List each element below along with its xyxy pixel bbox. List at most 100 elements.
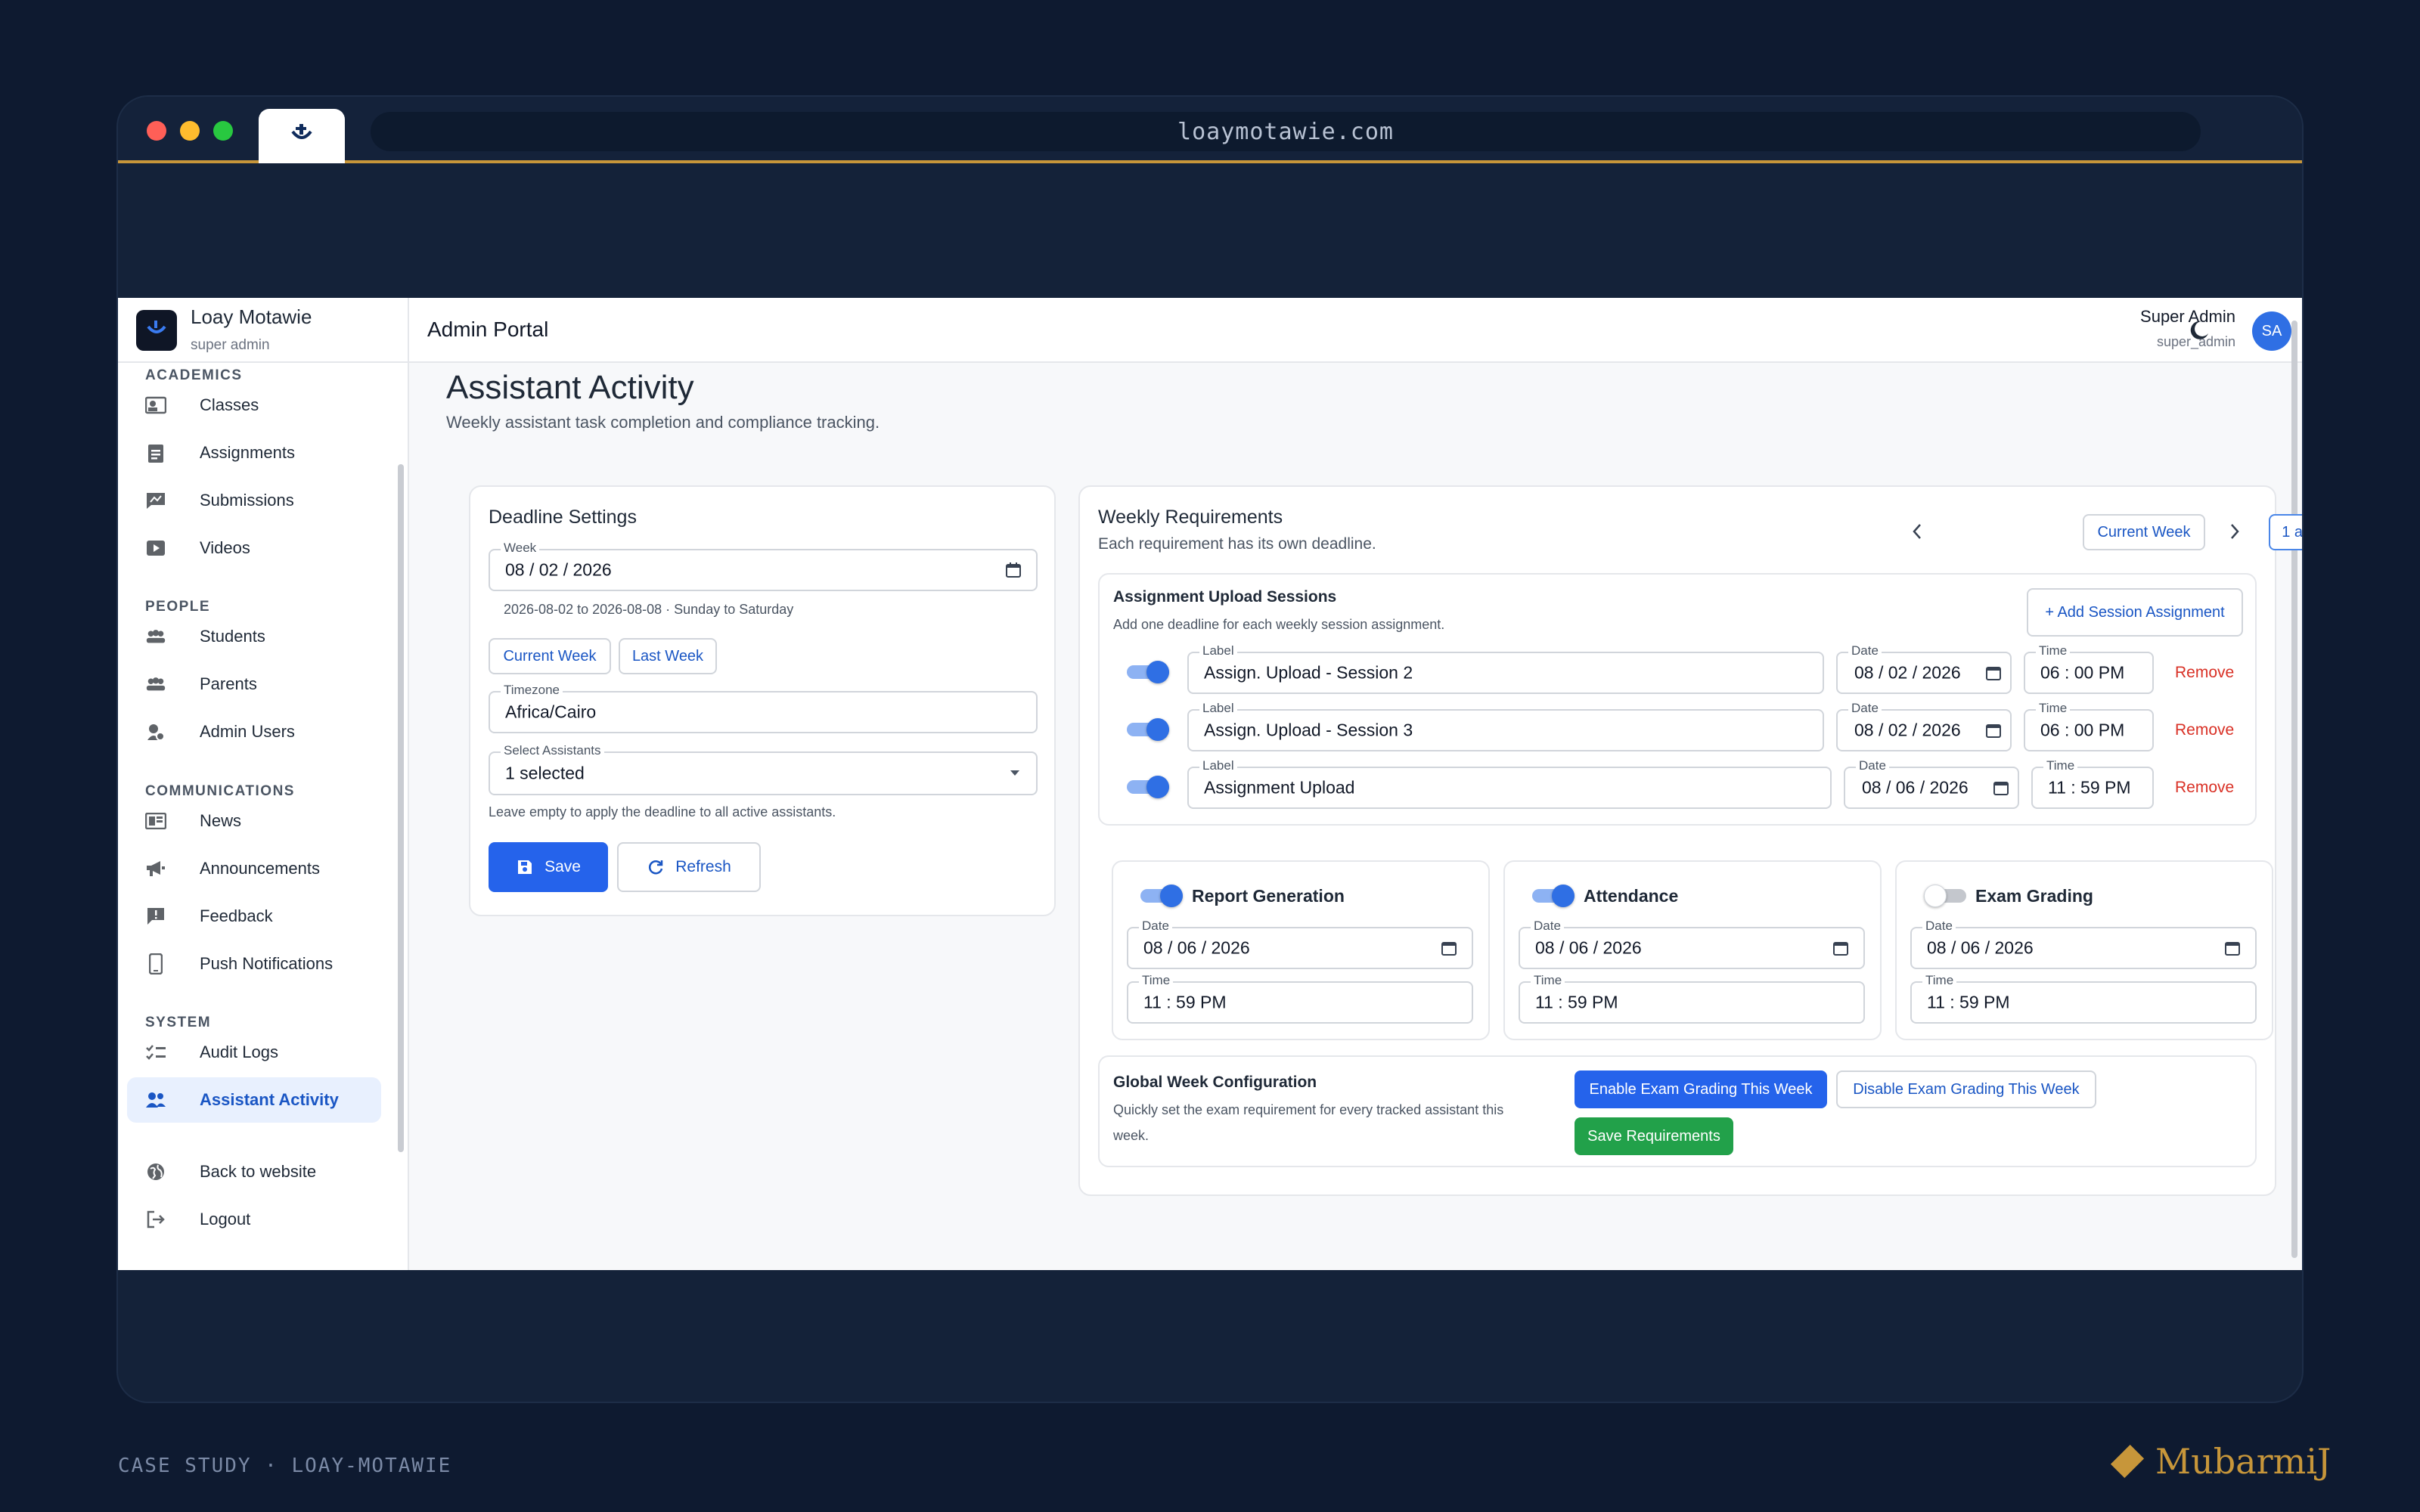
phone-icon xyxy=(145,953,166,974)
assistants-count-button[interactable]: 1 assistants xyxy=(2269,514,2302,550)
checklist-icon xyxy=(145,1043,166,1061)
global-week-configuration: Global Week Configuration Quickly set th… xyxy=(1098,1055,2257,1167)
sidebar-item-classes[interactable]: Classes xyxy=(127,383,381,428)
session-2-toggle[interactable] xyxy=(1127,661,1169,683)
session-2-label-field[interactable]: Label Assign. Upload - Session 2 xyxy=(1187,643,1824,694)
topbar: Admin Portal Super Admin super_admin SA xyxy=(409,298,2302,363)
weekly-current-week-button[interactable]: Current Week xyxy=(2083,514,2205,550)
week-date-field[interactable]: Week 08 / 02 / 2026 xyxy=(489,540,1038,591)
sidebar-item-back-to-website[interactable]: Back to website xyxy=(127,1149,381,1194)
save-requirements-button[interactable]: Save Requirements xyxy=(1575,1117,1733,1155)
upload-sessions-title: Assignment Upload Sessions xyxy=(1113,588,1337,606)
disable-exam-grading-button[interactable]: Disable Exam Grading This Week xyxy=(1836,1070,2096,1108)
timezone-field[interactable]: Timezone Africa/Cairo xyxy=(489,682,1038,733)
sidebar-item-students[interactable]: Students xyxy=(127,614,381,659)
current-week-button[interactable]: Current Week xyxy=(489,638,611,674)
sidebar-item-submissions[interactable]: Submissions xyxy=(127,478,381,523)
brand-header: Loay Motawie super admin xyxy=(118,298,409,363)
chevron-left-icon[interactable] xyxy=(1912,523,1922,540)
session-2-time-field[interactable]: Time 06 : 00 PM xyxy=(2024,643,2154,694)
exam-grading-title: Exam Grading xyxy=(1975,886,2093,906)
sidebar-item-news[interactable]: News xyxy=(127,798,381,844)
weekly-requirements-subtitle: Each requirement has its own deadline. xyxy=(1098,535,1376,553)
report-generation-toggle[interactable] xyxy=(1140,885,1183,907)
calendar-icon[interactable] xyxy=(2223,939,2242,957)
sidebar-item-assignments[interactable]: Assignments xyxy=(127,430,381,476)
sidebar-item-audit-logs[interactable]: Audit Logs xyxy=(127,1030,381,1075)
minimize-window-button[interactable] xyxy=(180,121,200,141)
sidebar-scrollbar[interactable] xyxy=(398,464,404,1152)
browser-window: loaymotawie.com Loay Motawie super admin… xyxy=(118,97,2302,1402)
assignment-upload-remove-button[interactable]: Remove xyxy=(2175,779,2234,797)
weekly-requirements-title: Weekly Requirements xyxy=(1098,507,1283,528)
session-2-date-field[interactable]: Date 08 / 02 / 2026 xyxy=(1836,643,2012,694)
save-icon xyxy=(518,860,532,874)
news-icon xyxy=(145,812,166,830)
refresh-icon xyxy=(649,860,663,875)
sidebar-item-push-notifications[interactable]: Push Notifications xyxy=(127,941,381,987)
calendar-icon[interactable] xyxy=(1984,664,2003,682)
sidebar-item-assistant-activity[interactable]: Assistant Activity xyxy=(127,1077,381,1123)
calendar-icon[interactable] xyxy=(1984,721,2003,739)
brand-name: Loay Motawie xyxy=(191,305,312,328)
session-3-label-field[interactable]: Label Assign. Upload - Session 3 xyxy=(1187,700,1824,751)
main-scrollbar[interactable] xyxy=(2291,321,2297,1258)
video-icon xyxy=(145,539,166,557)
section-system: SYSTEM xyxy=(145,1015,212,1030)
avatar[interactable]: SA xyxy=(2252,311,2291,351)
assignment-upload-time-field[interactable]: Time 11 : 59 PM xyxy=(2031,758,2154,809)
classes-icon xyxy=(145,396,166,414)
page-title: Assistant Activity xyxy=(446,369,694,406)
calendar-icon[interactable] xyxy=(1440,939,1458,957)
session-3-remove-button[interactable]: Remove xyxy=(2175,721,2234,739)
session-3-date-field[interactable]: Date 08 / 02 / 2026 xyxy=(1836,700,2012,751)
add-session-assignment-button[interactable]: + Add Session Assignment xyxy=(2027,588,2243,637)
exam-grading-date-field[interactable]: Date 08 / 06 / 2026 xyxy=(1910,918,2257,969)
address-bar[interactable]: loaymotawie.com xyxy=(371,112,2201,151)
exam-grading-time-field[interactable]: Time 11 : 59 PM xyxy=(1910,972,2257,1024)
sidebar-item-videos[interactable]: Videos xyxy=(127,525,381,571)
calendar-icon[interactable] xyxy=(1992,779,2010,797)
week-range-hint: 2026-08-02 to 2026-08-08 · Sunday to Sat… xyxy=(504,602,794,617)
attendance-date-field[interactable]: Date 08 / 06 / 2026 xyxy=(1519,918,1865,969)
sidebar-item-logout[interactable]: Logout xyxy=(127,1197,381,1242)
report-generation-time-field[interactable]: Time 11 : 59 PM xyxy=(1127,972,1473,1024)
sidebar-item-announcements[interactable]: Announcements xyxy=(127,846,381,891)
calendar-icon[interactable] xyxy=(1004,561,1022,579)
brand-logo-icon xyxy=(136,310,177,351)
refresh-button[interactable]: Refresh xyxy=(617,842,761,892)
exam-grading-toggle[interactable] xyxy=(1924,885,1966,907)
maximize-window-button[interactable] xyxy=(213,121,233,141)
watermark-logo: MubarmiJ xyxy=(2110,1441,2331,1482)
site-logo-icon xyxy=(291,124,312,139)
assistants-icon xyxy=(145,1091,166,1109)
attendance-time-field[interactable]: Time 11 : 59 PM xyxy=(1519,972,1865,1024)
save-button[interactable]: Save xyxy=(489,842,608,892)
sidebar-item-admin-users[interactable]: Admin Users xyxy=(127,709,381,754)
assistants-hint: Leave empty to apply the deadline to all… xyxy=(489,804,836,820)
section-academics: ACADEMICS xyxy=(145,367,243,383)
select-assistants-dropdown[interactable]: Select Assistants 1 selected xyxy=(489,742,1038,795)
calendar-icon[interactable] xyxy=(1832,939,1850,957)
assignment-upload-toggle[interactable] xyxy=(1127,776,1169,798)
section-communications: COMMUNICATIONS xyxy=(145,783,295,799)
attendance-toggle[interactable] xyxy=(1532,885,1575,907)
session-3-toggle[interactable] xyxy=(1127,718,1169,741)
section-people: PEOPLE xyxy=(145,599,211,615)
report-generation-title: Report Generation xyxy=(1192,886,1345,906)
browser-tab[interactable] xyxy=(259,109,345,163)
assignment-upload-date-field[interactable]: Date 08 / 06 / 2026 xyxy=(1844,758,2019,809)
brand-role: super admin xyxy=(191,337,270,353)
session-2-remove-button[interactable]: Remove xyxy=(2175,664,2234,682)
sidebar-item-parents[interactable]: Parents xyxy=(127,662,381,707)
report-generation-date-field[interactable]: Date 08 / 06 / 2026 xyxy=(1127,918,1473,969)
assignment-upload-label-field[interactable]: Label Assignment Upload xyxy=(1187,758,1832,809)
last-week-button[interactable]: Last Week xyxy=(619,638,717,674)
session-3-time-field[interactable]: Time 06 : 00 PM xyxy=(2024,700,2154,751)
close-window-button[interactable] xyxy=(147,121,166,141)
sidebar-item-feedback[interactable]: Feedback xyxy=(127,894,381,939)
chevron-right-icon[interactable] xyxy=(2229,523,2240,540)
global-config-desc-cont: week. xyxy=(1113,1128,1150,1143)
enable-exam-grading-button[interactable]: Enable Exam Grading This Week xyxy=(1575,1070,1827,1108)
attendance-card: Attendance Date 08 / 06 / 2026 Time 11 : 5… xyxy=(1503,860,1882,1040)
